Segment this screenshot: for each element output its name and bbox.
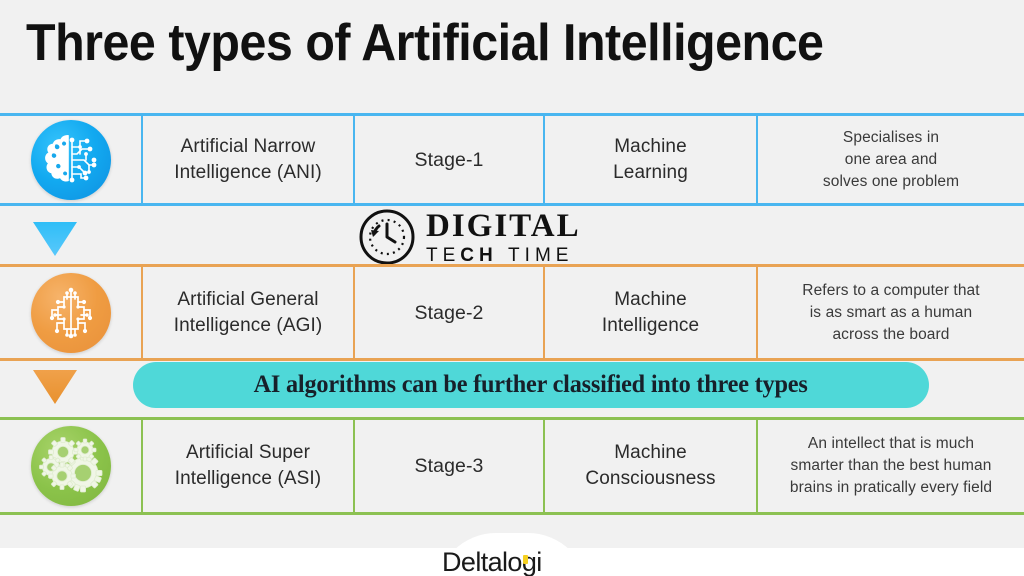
callout-banner-text: AI algorithms can be further classified … xyxy=(253,371,809,398)
callout-banner: AI algorithms can be further classified … xyxy=(133,362,929,408)
table-row-ani: Artificial Narrow Intelligence (ANI) Sta… xyxy=(0,113,1024,206)
agi-tech-text: Machine Intelligence xyxy=(601,288,700,336)
desc-cell-ani: Specialises in one area and solves one p… xyxy=(758,116,1024,203)
deltalogix-logo: Deltalogi xyxy=(442,548,542,576)
ani-stage-text: Stage-1 xyxy=(414,148,484,171)
orange-down-arrow xyxy=(33,370,77,404)
name-cell-asi: Artificial Super Intelligence (ASI) xyxy=(143,420,355,512)
tech-cell-ani: Machine Learning xyxy=(545,116,758,203)
stage-cell-asi: Stage-3 xyxy=(355,420,545,512)
icon-cell-ani xyxy=(0,116,143,203)
icon-cell-asi xyxy=(0,420,143,512)
desc-cell-agi: Refers to a computer that is as smart as… xyxy=(758,267,1024,358)
icon-cell-agi xyxy=(0,267,143,358)
agi-name-text: Artificial General Intelligence (AGI) xyxy=(173,288,323,336)
clock-icon xyxy=(359,209,415,265)
asi-tech-text: Machine Consciousness xyxy=(585,442,716,489)
tech-cell-agi: Machine Intelligence xyxy=(545,267,758,358)
asi-name-text: Artificial Super Intelligence (ASI) xyxy=(174,442,322,489)
ani-name-text: Artificial Narrow Intelligence (ANI) xyxy=(174,135,322,183)
watermark-line-2: TECH TIME xyxy=(426,244,574,266)
watermark-line-1: DIGITAL xyxy=(426,207,581,244)
deltalogix-logo-accent xyxy=(523,555,528,564)
blue-brain-circuit-icon xyxy=(30,119,111,200)
stage-cell-agi: Stage-2 xyxy=(355,267,545,358)
green-gears-icon xyxy=(30,426,111,506)
asi-stage-text: Stage-3 xyxy=(414,455,484,477)
agi-desc-text: Refers to a computer that is as smart as… xyxy=(802,281,980,343)
table-row-asi: Artificial Super Intelligence (ASI) Stag… xyxy=(0,417,1024,515)
tech-cell-asi: Machine Consciousness xyxy=(545,420,758,512)
ani-tech-text: Machine Learning xyxy=(613,135,688,183)
agi-stage-text: Stage-2 xyxy=(414,301,484,324)
page-title: Three types of Artificial Intelligence xyxy=(26,14,824,72)
blue-down-arrow xyxy=(33,222,77,256)
infographic-canvas: Three types of Artificial Intelligence A… xyxy=(0,0,1024,576)
desc-cell-asi: An intellect that is much smarter than t… xyxy=(758,420,1024,512)
watermark-digital-tech-time: DIGITAL TECH TIME xyxy=(358,208,581,266)
ani-desc-text: Specialises in one area and solves one p… xyxy=(822,128,960,190)
name-cell-ani: Artificial Narrow Intelligence (ANI) xyxy=(143,116,355,203)
stage-cell-ani: Stage-1 xyxy=(355,116,545,203)
orange-circuit-brain-icon xyxy=(30,272,111,353)
asi-desc-text: An intellect that is much smarter than t… xyxy=(789,435,993,496)
table-row-agi: Artificial General Intelligence (AGI) St… xyxy=(0,264,1024,361)
name-cell-agi: Artificial General Intelligence (AGI) xyxy=(143,267,355,358)
